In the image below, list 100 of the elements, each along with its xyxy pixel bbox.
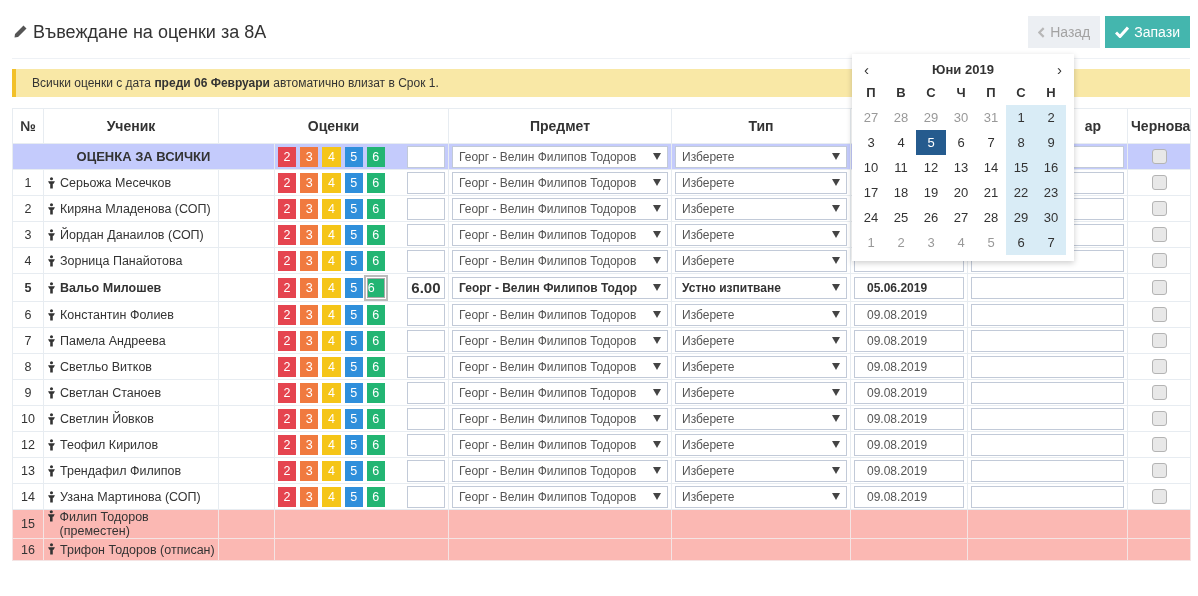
grade-button[interactable]: 6 — [366, 146, 385, 167]
calendar-day[interactable]: 12 — [916, 155, 946, 180]
subject-select[interactable]: Георг - Велин Филипов Тодоров — [452, 381, 668, 404]
grade-button[interactable]: 6 — [366, 486, 385, 507]
calendar-day[interactable]: 7 — [1036, 230, 1066, 255]
draft-checkbox[interactable] — [1151, 411, 1167, 427]
comment-field[interactable] — [971, 329, 1124, 352]
type-select[interactable]: Изберете — [675, 223, 847, 246]
comment-field[interactable] — [971, 355, 1124, 378]
calendar-day[interactable]: 30 — [946, 105, 976, 130]
grade-input[interactable] — [406, 407, 445, 430]
draft-checkbox[interactable] — [1151, 359, 1167, 375]
grade-button[interactable]: 3 — [300, 434, 319, 455]
grade-button[interactable]: 3 — [300, 460, 319, 481]
comment-field[interactable] — [971, 459, 1124, 482]
grade-button[interactable]: 6 — [366, 408, 385, 429]
calendar-day[interactable]: 29 — [1006, 205, 1036, 230]
grade-button[interactable]: 6 — [366, 172, 385, 193]
calendar-day[interactable]: 28 — [886, 105, 916, 130]
type-select[interactable]: Устно изпитване — [675, 276, 847, 299]
grade-input[interactable] — [406, 197, 445, 220]
grade-input[interactable]: 6.00 — [406, 276, 445, 299]
calendar-day[interactable]: 23 — [1036, 180, 1066, 205]
type-select[interactable]: Изберете — [675, 249, 847, 272]
type-select[interactable]: Изберете — [675, 459, 847, 482]
draft-checkbox[interactable] — [1151, 201, 1167, 217]
grade-button[interactable]: 6 — [366, 198, 385, 219]
calendar-day[interactable]: 21 — [976, 180, 1006, 205]
calendar-day[interactable]: 7 — [976, 130, 1006, 155]
comment-field[interactable] — [971, 381, 1124, 404]
subject-select[interactable]: Георг - Велин Филипов Тодоров — [452, 249, 668, 272]
draft-checkbox[interactable] — [1151, 280, 1167, 296]
grade-input[interactable] — [406, 171, 445, 194]
grade-input[interactable] — [406, 459, 445, 482]
grade-input[interactable] — [406, 329, 445, 352]
draft-checkbox[interactable] — [1151, 333, 1167, 349]
calendar-day[interactable]: 3 — [856, 130, 886, 155]
grade-button[interactable]: 5 — [344, 382, 363, 403]
grade-button[interactable]: 6 — [366, 434, 385, 455]
grade-button[interactable]: 2 — [278, 224, 297, 245]
grade-button[interactable]: 6 — [366, 304, 385, 325]
grade-button[interactable]: 2 — [278, 250, 297, 271]
calendar-day[interactable]: 17 — [856, 180, 886, 205]
grade-button[interactable]: 5 — [344, 304, 363, 325]
calendar-day[interactable]: 19 — [916, 180, 946, 205]
date-field[interactable]: 09.08.2019 — [854, 459, 964, 482]
grade-input[interactable] — [406, 381, 445, 404]
date-field[interactable]: 09.08.2019 — [854, 303, 964, 326]
comment-field[interactable] — [971, 407, 1124, 430]
grade-input[interactable] — [406, 303, 445, 326]
date-field[interactable]: 05.06.2019 — [854, 276, 964, 299]
grade-button[interactable]: 6 — [366, 460, 385, 481]
calendar-day[interactable]: 11 — [886, 155, 916, 180]
grade-button[interactable]: 6 — [366, 277, 385, 298]
grade-button[interactable]: 3 — [300, 198, 319, 219]
type-select[interactable]: Изберете — [675, 171, 847, 194]
calendar-day[interactable]: 30 — [1036, 205, 1066, 230]
calendar-day[interactable]: 2 — [1036, 105, 1066, 130]
grade-button[interactable]: 2 — [278, 382, 297, 403]
calendar-day[interactable]: 6 — [1006, 230, 1036, 255]
draft-checkbox[interactable] — [1151, 385, 1167, 401]
subject-select[interactable]: Георг - Велин Филипов Тодоров — [452, 329, 668, 352]
calendar-day[interactable]: 25 — [886, 205, 916, 230]
subject-select[interactable]: Георг - Велин Филипов Тодоров — [452, 223, 668, 246]
calendar-day[interactable]: 27 — [856, 105, 886, 130]
subject-select[interactable]: Георг - Велин Филипов Тодоров — [452, 459, 668, 482]
grade-input[interactable] — [406, 249, 445, 272]
subject-select[interactable]: Георг - Велин Филипов Тодоров — [452, 485, 668, 508]
grade-button[interactable]: 6 — [366, 356, 385, 377]
grade-button[interactable]: 3 — [300, 172, 319, 193]
save-button[interactable]: Запази — [1105, 16, 1190, 48]
grade-button[interactable]: 5 — [344, 408, 363, 429]
grade-button[interactable]: 3 — [300, 277, 319, 298]
grade-input[interactable] — [406, 355, 445, 378]
grade-button[interactable]: 5 — [344, 486, 363, 507]
grade-button[interactable]: 3 — [300, 146, 319, 167]
calendar-day[interactable]: 16 — [1036, 155, 1066, 180]
grade-button[interactable]: 5 — [344, 224, 363, 245]
comment-field[interactable] — [971, 276, 1124, 299]
draft-checkbox[interactable] — [1151, 227, 1167, 243]
calendar-day[interactable]: 9 — [1036, 130, 1066, 155]
draft-checkbox[interactable] — [1151, 149, 1167, 165]
grade-input[interactable] — [406, 145, 445, 168]
draft-checkbox[interactable] — [1151, 489, 1167, 505]
calendar-day[interactable]: 14 — [976, 155, 1006, 180]
grade-button[interactable]: 2 — [278, 356, 297, 377]
date-field[interactable]: 09.08.2019 — [854, 381, 964, 404]
subject-select[interactable]: Георг - Велин Филипов Тодоров — [452, 355, 668, 378]
date-field[interactable]: 09.08.2019 — [854, 329, 964, 352]
subject-select[interactable]: Георг - Велин Филипов Тодоров — [452, 171, 668, 194]
subject-select[interactable]: Георг - Велин Филипов Тодоров — [452, 303, 668, 326]
grade-button[interactable]: 5 — [344, 172, 363, 193]
grade-input[interactable] — [406, 433, 445, 456]
draft-checkbox[interactable] — [1151, 175, 1167, 191]
calendar-day[interactable]: 4 — [886, 130, 916, 155]
draft-checkbox[interactable] — [1151, 253, 1167, 269]
date-field[interactable]: 09.08.2019 — [854, 407, 964, 430]
type-select[interactable]: Изберете — [675, 355, 847, 378]
grade-button[interactable]: 2 — [278, 198, 297, 219]
calendar-day[interactable]: 27 — [946, 205, 976, 230]
